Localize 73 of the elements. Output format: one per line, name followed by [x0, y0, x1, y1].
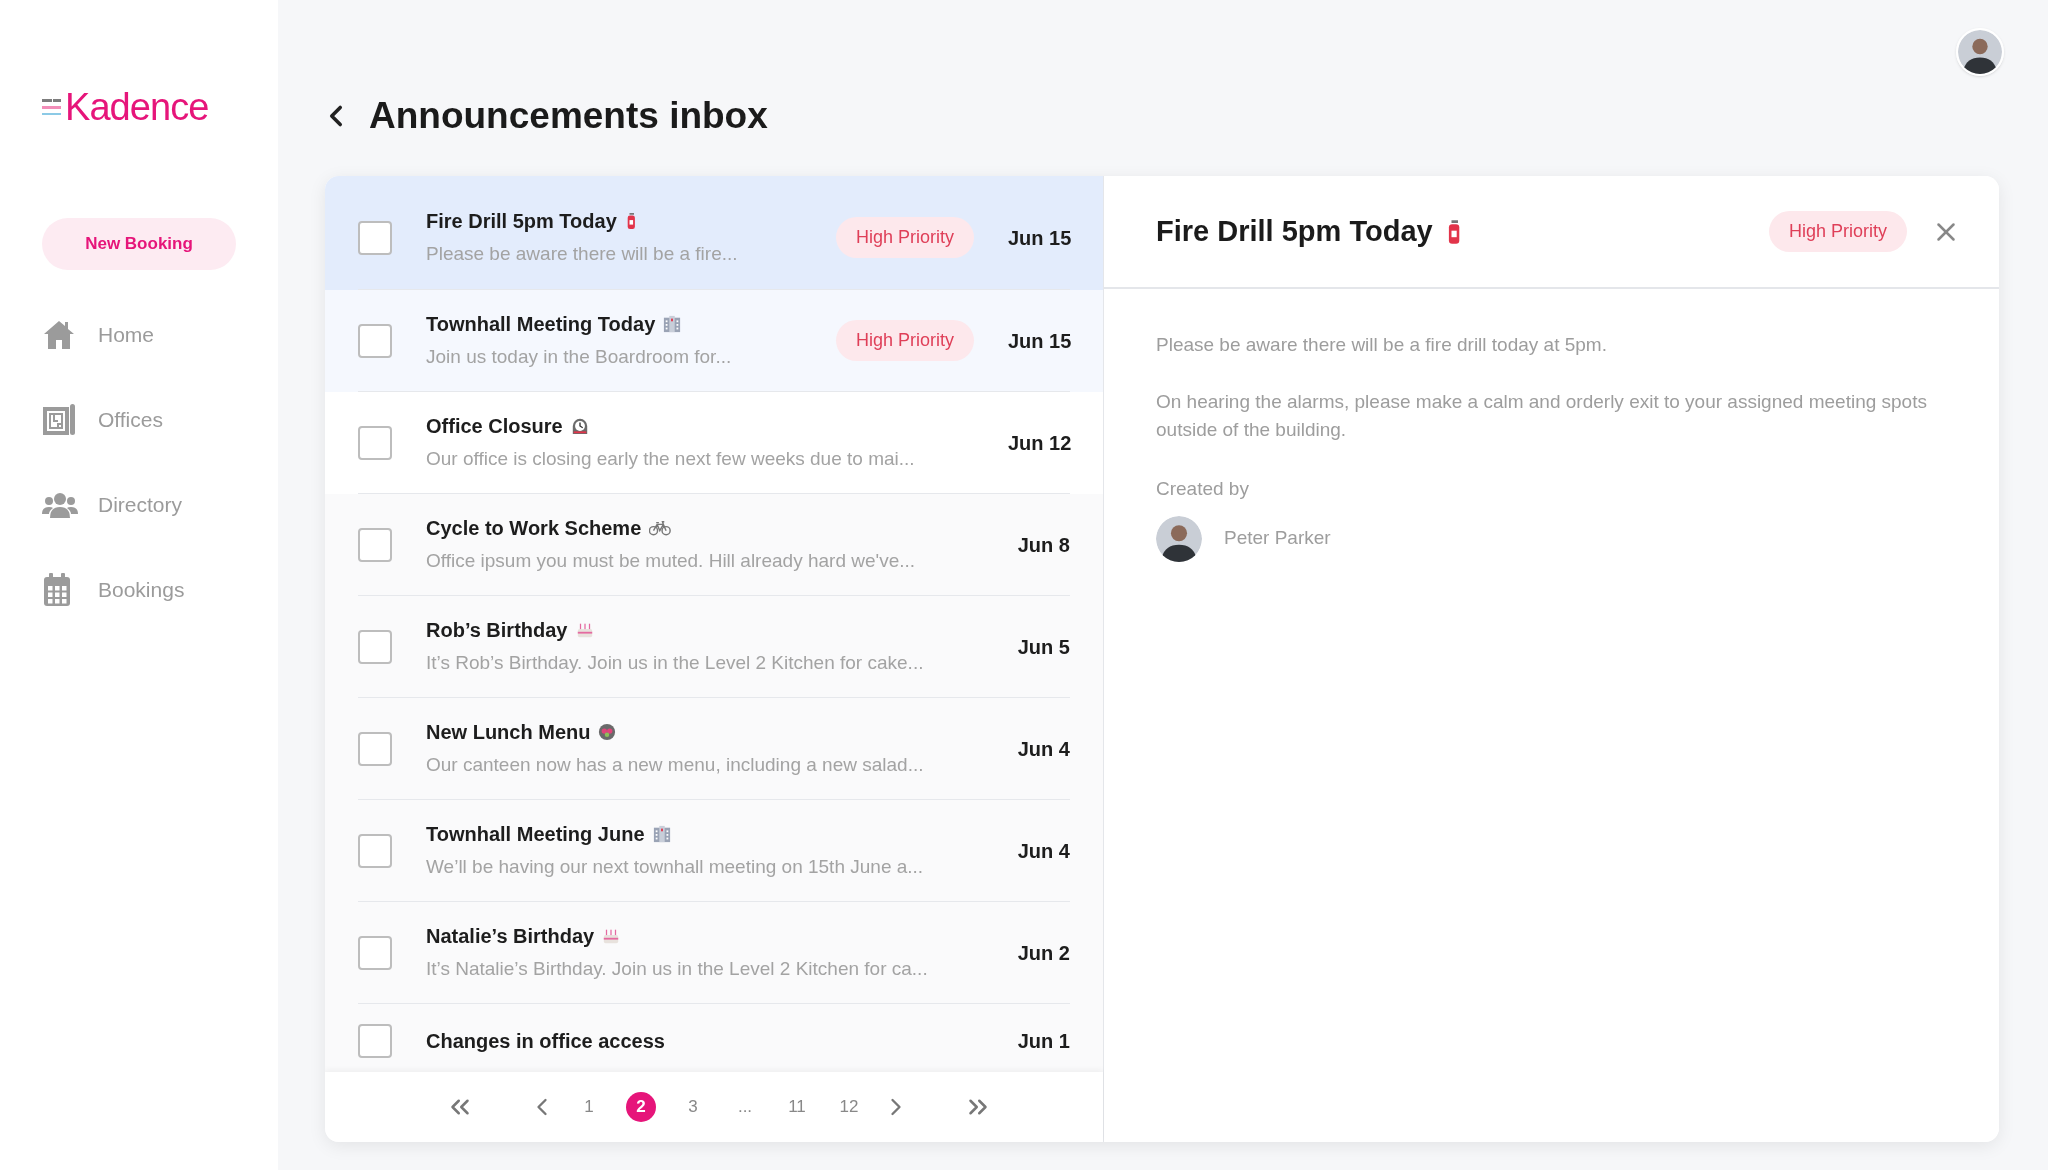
- detail-paragraph: On hearing the alarms, please make a calm and orderly exit to your assigned meeting spots outside of the building.: [1156, 390, 1928, 442]
- announcement-date: Jun 4: [1016, 838, 1070, 864]
- announcement-date: Jun 15: [1008, 225, 1070, 251]
- page-button[interactable]: 1: [574, 1092, 604, 1122]
- cake-icon: [602, 927, 621, 946]
- cake-icon: [575, 621, 594, 640]
- announcement-preview: Office ipsum you must be muted. Hill already hard we've...: [426, 549, 917, 574]
- checkbox[interactable]: [358, 220, 392, 255]
- checkbox[interactable]: [358, 731, 392, 766]
- priority-badge: High Priority: [835, 320, 974, 361]
- checkbox[interactable]: [358, 629, 392, 664]
- announcement-date: Jun 12: [1008, 430, 1070, 456]
- announcement-title: Fire Drill 5pm Today: [426, 209, 617, 235]
- announcement-preview: Join us today in the Boardroom for...: [426, 345, 733, 370]
- announcement-row[interactable]: Fire Drill 5pm Today Please be aware there will be a fire... High Priority Jun 15: [325, 176, 1103, 290]
- nav-item[interactable]: Bookings: [42, 547, 278, 632]
- page-title: Announcements inbox: [369, 94, 768, 139]
- bicycle-icon: [649, 519, 671, 538]
- nav-item[interactable]: Offices: [42, 377, 278, 462]
- building-icon: [652, 825, 671, 844]
- floor-plan-icon: [42, 402, 76, 437]
- building-icon: [663, 315, 682, 334]
- announcement-title: Townhall Meeting Today: [426, 312, 656, 338]
- announcement-title: Townhall Meeting June: [426, 822, 645, 848]
- checkbox[interactable]: [358, 323, 392, 358]
- announcement-preview: Please be aware there will be a fire...: [426, 242, 739, 267]
- author-avatar: [1156, 515, 1202, 562]
- announcement-title: Rob’s Birthday: [426, 618, 568, 644]
- detail-title: Fire Drill 5pm Today: [1156, 213, 1433, 249]
- user-avatar[interactable]: [1958, 30, 2002, 74]
- checkbox[interactable]: [358, 833, 392, 868]
- people-icon: [42, 491, 78, 518]
- logo-text: Kadence: [65, 88, 209, 126]
- page-button[interactable]: 3: [678, 1092, 708, 1122]
- priority-badge: High Priority: [1768, 211, 1907, 252]
- page-button[interactable]: 11: [782, 1092, 812, 1122]
- detail-paragraph: Please be aware there will be a fire drill today at 5pm.: [1156, 333, 1608, 357]
- nav-item[interactable]: Directory: [42, 462, 278, 547]
- created-by-label: Created by: [1156, 477, 1250, 501]
- nav-item[interactable]: Home: [42, 292, 278, 377]
- page-button[interactable]: ...: [730, 1092, 760, 1122]
- announcement-title: New Lunch Menu: [426, 720, 591, 746]
- author-name: Peter Parker: [1224, 526, 1331, 551]
- announcement-title: Cycle to Work Scheme: [426, 516, 642, 542]
- announcement-date: Jun 15: [1008, 328, 1070, 354]
- announcement-preview: Our office is closing early the next few weeks due to mai...: [426, 447, 916, 472]
- checkbox[interactable]: [358, 935, 392, 970]
- announcement-title: Changes in office access: [426, 1029, 665, 1054]
- salad-bowl-icon: [598, 723, 617, 742]
- announcement-title: Office Closure: [426, 414, 563, 440]
- calendar-icon: [42, 572, 72, 607]
- announcement-row[interactable]: Townhall Meeting Today Join us today in the Boardroom for... High Priority Jun 15: [325, 290, 1103, 392]
- announcement-row[interactable]: Office Closure Our office is closing early the next few weeks due to mai... Jun 12: [325, 392, 1103, 494]
- priority-badge: High Priority: [835, 217, 974, 258]
- announcement-preview: Our canteen now has a new menu, including a new salad...: [426, 753, 925, 778]
- home-icon: [42, 318, 76, 351]
- logo-mark-icon: [42, 96, 62, 118]
- announcement-date: Jun 4: [1016, 736, 1070, 762]
- announcement-title: Natalie’s Birthday: [426, 924, 595, 950]
- page-button[interactable]: 2: [626, 1092, 656, 1122]
- announcement-preview: It’s Rob’s Birthday. Join us in the Level 2 Kitchen for cake...: [426, 651, 925, 676]
- page-button[interactable]: 12: [834, 1092, 864, 1122]
- announcement-date: Jun 5: [1016, 634, 1070, 660]
- checkbox[interactable]: [358, 425, 392, 460]
- announcement-preview: It’s Natalie’s Birthday. Join us in the Level 2 Kitchen for ca...: [426, 957, 929, 982]
- new-booking-button[interactable]: New Booking: [42, 218, 236, 270]
- announcement-date: Jun 1: [1016, 1029, 1070, 1054]
- announcement-date: Jun 8: [1016, 532, 1070, 558]
- checkbox[interactable]: [358, 1024, 392, 1058]
- checkbox[interactable]: [358, 527, 392, 562]
- announcement-preview: We’ll be having our next townhall meeting on 15th June a...: [426, 855, 925, 880]
- clock-icon: [570, 417, 589, 436]
- announcement-date: Jun 2: [1016, 940, 1070, 966]
